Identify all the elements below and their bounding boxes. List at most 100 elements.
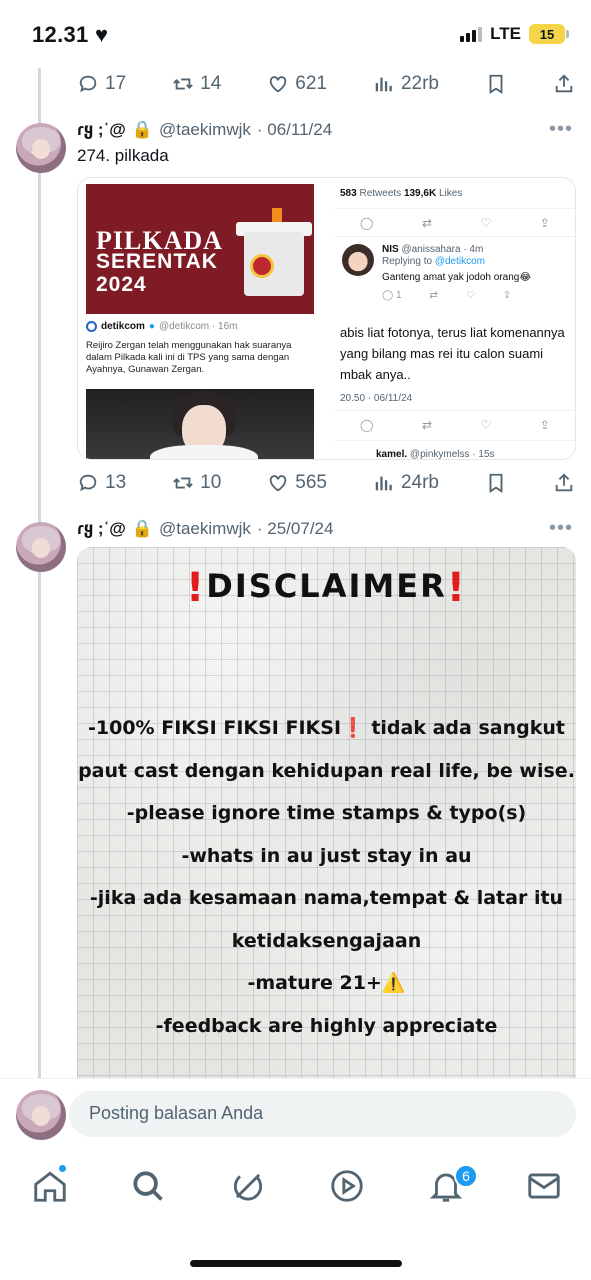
author-name[interactable]: ɾყ ;ʿ@ <box>77 120 126 140</box>
likes-label: Likes <box>438 188 463 199</box>
exclamation-icon: ! <box>446 565 467 611</box>
reply-icon: ◯ <box>360 418 374 432</box>
reply-tweet: NIS @anissahara · 4m Replying to @detikc… <box>382 244 531 302</box>
author-handle[interactable]: @taekimwjk <box>159 120 251 140</box>
like-count: 621 <box>295 73 327 94</box>
view-count: 22rb <box>400 73 439 94</box>
reply-handle: @anissahara · 4m <box>401 244 484 255</box>
time-text: 12.31 <box>32 22 89 47</box>
kpu-logo <box>250 254 274 278</box>
reply-button[interactable]: 17 <box>77 73 126 95</box>
disclaimer-line: -100% FIKSI FIKSI FIKSI❗ tidak ada sangk… <box>77 707 576 750</box>
share-icon: ⇪ <box>539 418 550 432</box>
tweet-date: · 25/07/24 <box>256 519 334 538</box>
detik-meta: @detikcom · 16m <box>158 321 238 332</box>
views-button[interactable]: 24rb <box>373 472 439 494</box>
author-handle[interactable]: @taekimwjk <box>159 519 251 539</box>
bookmark-button[interactable] <box>485 472 507 494</box>
tweet-media[interactable]: PILKADA SERENTAK 2024 detikcom ● @detikc… <box>77 177 576 460</box>
tweet-header: ɾყ ;ʿ@ 🔒 @taekimwjk · 06/11/24 <box>77 120 332 140</box>
views-button[interactable]: 22rb <box>373 73 439 95</box>
disclaimer-line: -feedback are highly appreciate <box>155 1014 498 1037</box>
my-avatar[interactable] <box>16 1090 66 1140</box>
views-icon <box>375 476 392 491</box>
nav-search[interactable] <box>129 1167 167 1205</box>
more-options-icon[interactable]: ••• <box>549 118 573 141</box>
view-count: 24rb <box>400 472 439 493</box>
reply-icon <box>79 75 97 93</box>
retweets-count: 583 <box>340 188 357 199</box>
notification-badge: 6 <box>454 1164 478 1188</box>
tweet-date: · 06/11/24 <box>256 120 333 139</box>
screenshot-main-text: abis liat fotonya, terus liat komenannya… <box>340 325 565 382</box>
disclaimer-line: -jika ada kesamaan nama,tempat & latar i… <box>89 887 564 909</box>
heart-outline-icon <box>270 76 287 93</box>
repost-icon <box>173 477 193 489</box>
likes-count: 139,6K <box>403 188 437 199</box>
portrait-photo <box>86 389 314 459</box>
repost-icon: ⇄ <box>429 290 438 301</box>
share-icon: ⇪ <box>502 290 512 301</box>
search-icon <box>133 1171 163 1201</box>
repost-icon: ⇄ <box>421 216 433 230</box>
reply-bar: Posting balasan Anda <box>0 1078 591 1150</box>
battery-level: 15 <box>539 26 555 42</box>
nav-video[interactable] <box>328 1167 366 1205</box>
line-1a: -100% FIKSI FIKSI FIKSI <box>88 717 342 739</box>
reply-icon: ◯ <box>360 216 374 230</box>
like-button[interactable]: 565 <box>267 472 327 494</box>
reply-button[interactable]: 13 <box>77 472 126 494</box>
repost-icon <box>173 78 193 90</box>
verified-icon: ● <box>148 321 155 332</box>
heart-icon: ♥ <box>94 22 109 47</box>
repost-button[interactable]: 14 <box>172 73 221 95</box>
share-button[interactable] <box>553 472 575 494</box>
disclaimer-lines: -100% FIKSI FIKSI FIKSI❗ tidak ada sangk… <box>77 707 576 1047</box>
nav-grok[interactable] <box>229 1167 267 1205</box>
detik-name: detikcom <box>101 321 145 332</box>
disclaimer-line: -whats in au just stay in au <box>181 844 472 867</box>
reply-count: 17 <box>105 73 127 94</box>
retweets-label: Retweets <box>359 188 402 199</box>
views-icon <box>375 77 392 92</box>
play-icon <box>331 1170 363 1202</box>
tweet-header: ɾყ ;ʿ@ 🔒 @taekimwjk · 25/07/24 <box>77 519 333 539</box>
share-button[interactable] <box>553 73 575 95</box>
replying-to: Replying to <box>382 256 433 267</box>
banner-subtitle: SERENTAK 2024 <box>96 250 218 296</box>
battery-icon: 15 <box>529 24 569 44</box>
detik-text: Reijiro Zergan telah menggunakan hak sua… <box>86 340 292 375</box>
detik-post: detikcom ● @detikcom · 16m Reijiro Zerga… <box>86 321 314 376</box>
tweet-stats: 583 Retweets 139,6K Likes <box>340 188 462 199</box>
reply-input[interactable]: Posting balasan Anda <box>69 1091 576 1137</box>
author-avatar[interactable] <box>16 522 66 572</box>
more-options-icon[interactable]: ••• <box>549 517 573 540</box>
pilkada-banner: PILKADA SERENTAK 2024 <box>86 184 314 314</box>
heart-outline-icon: ♡ <box>480 418 492 432</box>
author-name[interactable]: ɾყ ;ʿ@ <box>77 519 126 539</box>
disclaimer-line: paut cast dengan kehidupan real life, be… <box>78 759 575 782</box>
repost-icon: ⇄ <box>421 418 433 432</box>
share-icon <box>555 74 573 93</box>
disclaimer-image[interactable]: !DISCLAIMER! -100% FIKSI FIKSI FIKSI❗ ti… <box>77 547 576 1078</box>
reply-icon <box>79 474 97 492</box>
like-button[interactable]: 621 <box>267 73 327 95</box>
screenshot-timestamp: 20.50 · 06/11/24 <box>340 393 413 404</box>
quoted-screenshot: 583 Retweets 139,6K Likes ◯ ⇄ ♡ ⇪ NIS @anis… <box>324 178 575 459</box>
exclamation-icon: ❗ <box>341 717 365 739</box>
disclaimer-line: ketidaksengajaan <box>231 929 422 952</box>
lock-icon: 🔒 <box>131 519 153 538</box>
reply-avatar <box>342 244 374 276</box>
home-unread-dot <box>58 1164 67 1173</box>
banner-sub1: SERENTAK <box>96 250 218 273</box>
repost-button[interactable]: 10 <box>172 472 221 494</box>
heart-outline-icon: ♡ <box>480 216 492 230</box>
screenshot-actions: ◯ ⇄ ♡ ⇪ <box>360 216 550 230</box>
bookmark-button[interactable] <box>485 73 507 95</box>
reply-count-value: 1 <box>395 290 402 301</box>
author-avatar[interactable] <box>16 123 66 173</box>
share-icon: ⇪ <box>539 216 550 230</box>
status-time: 12.31 ♥ <box>32 22 108 48</box>
nav-messages[interactable] <box>525 1167 563 1205</box>
disclaimer-title-text: DISCLAIMER <box>206 567 447 605</box>
